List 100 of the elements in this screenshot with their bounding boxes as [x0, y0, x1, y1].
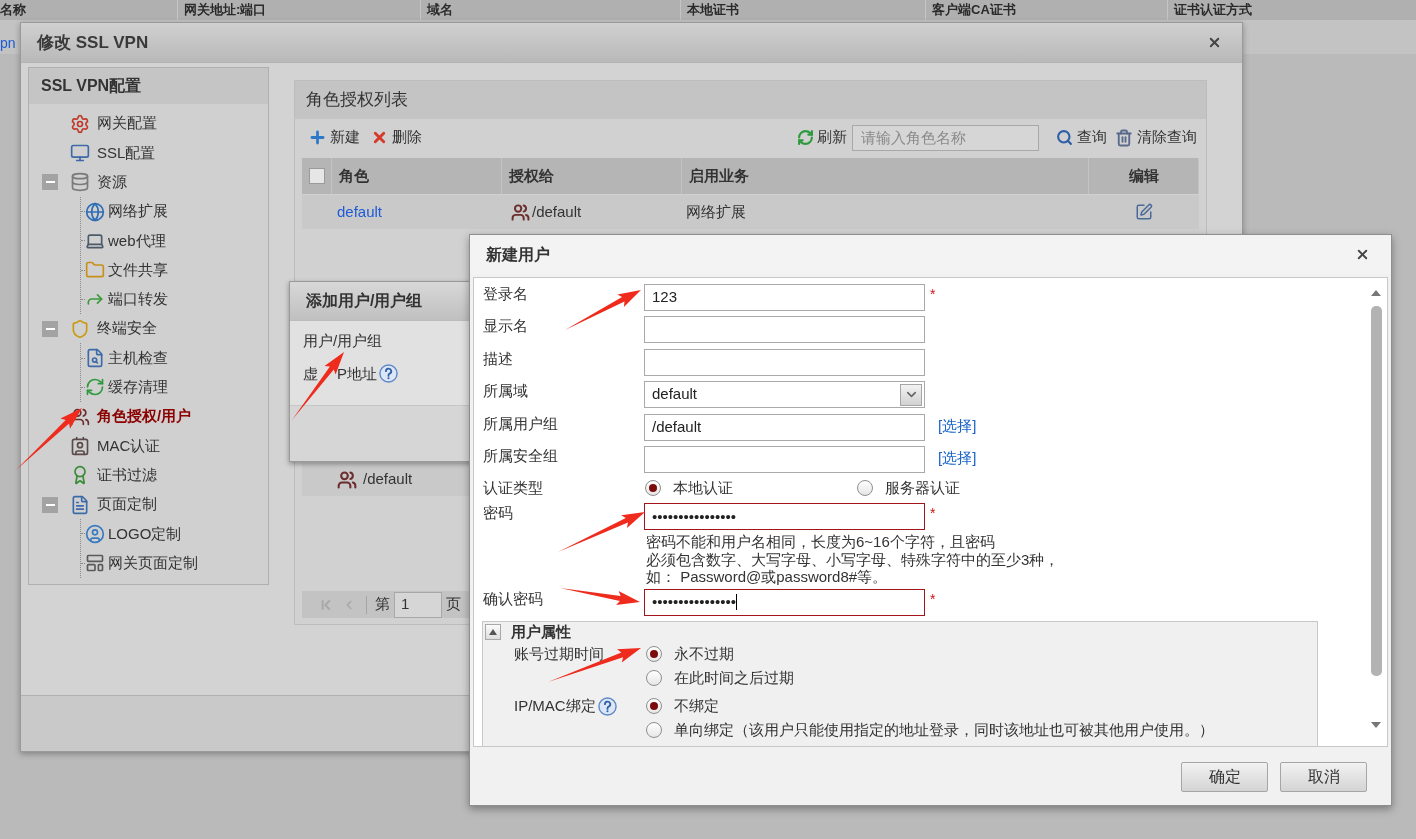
scroll-up-icon[interactable] [1371, 290, 1381, 296]
trash-icon [1115, 128, 1133, 147]
radio-button[interactable] [857, 480, 873, 497]
panel-title: 角色授权列表 [306, 89, 408, 112]
close-icon[interactable] [1355, 247, 1370, 262]
input-field[interactable]: •••••••••••••••• [644, 503, 925, 531]
dialog-title: 添加用户/用户组 [306, 291, 423, 311]
column-header: 域名 [427, 1, 453, 20]
sidebar-item[interactable]: SSL配置 [70, 141, 156, 165]
field-label: P地址 [337, 364, 377, 383]
sidebar-item[interactable]: 端口转发 [85, 288, 168, 311]
gear-icon [70, 113, 90, 134]
monitor-icon [70, 142, 90, 163]
hint-text: 密码不能和用户名相同，长度为6~16个字符，且密码 必须包含数字、大写字母、小写字母、特殊字符中的至少3种， 如： Password@或password8#等。 [646, 533, 1061, 586]
sidebar-item[interactable]: MAC认证 [70, 434, 161, 458]
pager-label: 第 [375, 594, 390, 615]
column-header: 名称 [0, 1, 26, 20]
radio-button[interactable] [645, 480, 661, 497]
select-link[interactable]: [选择] [938, 445, 977, 470]
help-icon[interactable] [597, 696, 617, 716]
collapse-icon[interactable] [485, 624, 501, 641]
field-label: 所属安全组 [483, 446, 558, 464]
search-field[interactable]: 请输入角色名称 [852, 124, 1039, 151]
sidebar-item[interactable]: web代理 [85, 229, 166, 253]
help-icon[interactable] [379, 364, 398, 383]
radio-label[interactable]: 永不过期 [674, 643, 734, 666]
input-field[interactable]: /default [644, 413, 925, 441]
column-header: 角色 [339, 165, 369, 186]
sidebar-item[interactable]: 主机检查 [85, 346, 168, 370]
delete-button[interactable]: 删除 [371, 126, 422, 149]
column-header: 证书认证方式 [1174, 1, 1252, 20]
radio-button[interactable] [646, 722, 662, 739]
field-label: 密码 [483, 504, 513, 522]
field-label: 虚 [303, 364, 318, 383]
delete-icon [371, 129, 388, 146]
radio-button[interactable] [646, 670, 662, 687]
column-header: 本地证书 [687, 1, 739, 20]
field-label: 确认密码 [483, 589, 543, 607]
sidebar-item[interactable]: 网关页面定制 [85, 551, 198, 575]
input-field[interactable]: •••••••••••••••• [644, 588, 925, 616]
clear-query-button[interactable]: 清除查询 [1115, 126, 1197, 149]
table-row[interactable]: default /default 网络扩展 [302, 195, 1199, 229]
field-label: 认证类型 [483, 479, 543, 497]
radio-button[interactable] [646, 698, 662, 715]
sidebar-item[interactable]: 页面定制 [70, 493, 157, 516]
file-search-icon [85, 348, 105, 368]
cancel-button[interactable]: 取消 [1280, 762, 1367, 792]
radio-label[interactable]: 本地认证 [673, 477, 733, 500]
scroll-down-icon[interactable] [1371, 722, 1381, 728]
sidebar-item[interactable]: 缓存清理 [85, 376, 168, 399]
shield-icon [70, 318, 90, 339]
panel-title: SSL VPN配置 [41, 76, 142, 96]
user-circle-icon [85, 523, 105, 544]
layout-icon [85, 553, 105, 574]
input-field[interactable] [644, 445, 925, 473]
close-icon[interactable] [1207, 35, 1222, 50]
plus-icon [308, 128, 327, 147]
sidebar-item[interactable]: 证书过滤 [70, 463, 157, 487]
radio-button[interactable] [646, 646, 662, 663]
input-field[interactable] [644, 316, 925, 344]
sidebar-item[interactable]: 角色授权/用户 [70, 405, 192, 428]
role-link[interactable]: default [337, 202, 383, 220]
select-link[interactable]: [选择] [938, 413, 977, 438]
dialog-title: 新建用户 [486, 244, 550, 265]
field-label: 用户/用户组 [303, 331, 383, 350]
contact-card-icon [70, 435, 90, 456]
radio-label[interactable]: 不绑定 [674, 695, 719, 718]
radio-label[interactable]: 在此时间之后过期 [674, 667, 794, 690]
member-name: /default [363, 469, 413, 490]
confirm-button[interactable]: 确定 [1181, 762, 1268, 792]
users-icon [70, 406, 90, 427]
sidebar-item[interactable]: 文件共享 [85, 258, 168, 282]
document-icon [70, 494, 90, 515]
page-number-field[interactable]: 1 [394, 591, 442, 618]
input-field[interactable]: 123 [644, 284, 925, 311]
input-field[interactable] [644, 348, 925, 376]
edit-icon[interactable] [1135, 203, 1153, 221]
globe-icon [85, 201, 105, 222]
scrollbar-thumb[interactable] [1370, 306, 1382, 676]
field-label: 登录名 [483, 285, 528, 302]
select-all-checkbox[interactable] [308, 168, 325, 184]
column-header: 客户端CA证书 [932, 1, 1016, 20]
field-label: 描述 [483, 349, 513, 367]
refresh-icon [85, 377, 105, 398]
column-header: 编辑 [1128, 165, 1159, 186]
cell-text: 网络扩展 [686, 202, 746, 220]
sidebar-item[interactable]: 资源 [70, 171, 127, 194]
radio-label[interactable]: 单向绑定（该用户只能使用指定的地址登录，同时该地址也可被其他用户使用。） [674, 719, 1214, 742]
sidebar-item[interactable]: LOGO定制 [85, 522, 182, 546]
new-button[interactable]: 新建 [308, 126, 360, 149]
pager-label: 页 [446, 594, 461, 615]
query-button[interactable]: 查询 [1056, 126, 1107, 149]
radio-label[interactable]: 服务器认证 [885, 477, 960, 500]
refresh-icon [797, 129, 814, 146]
sidebar-item[interactable]: 终端安全 [70, 317, 157, 340]
dropdown-field[interactable]: default [644, 381, 925, 409]
refresh-button[interactable]: 刷新 [797, 126, 847, 149]
window-title: 修改 SSL VPN [37, 31, 149, 54]
sidebar-item[interactable]: 网络扩展 [85, 200, 168, 223]
sidebar-item[interactable]: 网关配置 [70, 112, 157, 135]
